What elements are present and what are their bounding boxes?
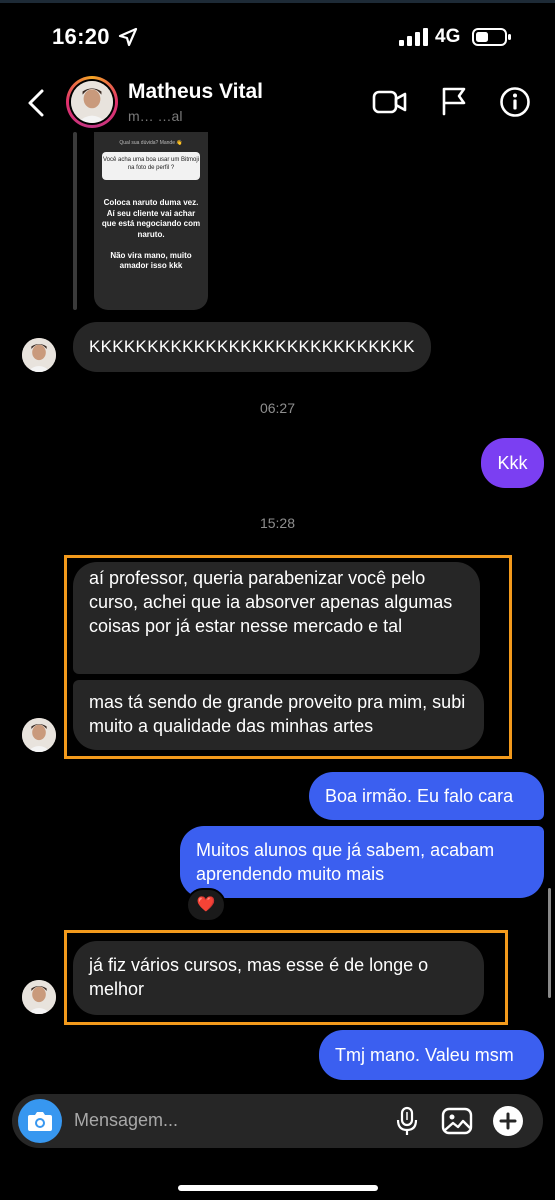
status-time: 16:20 [52,24,110,49]
back-icon[interactable] [24,88,48,118]
reply-indicator-line [73,132,77,310]
person-photo-icon [22,718,56,752]
contact-avatar[interactable] [66,76,118,128]
contact-name[interactable]: Matheus Vital [128,80,263,104]
camera-button[interactable] [18,1099,62,1143]
incoming-message[interactable]: já fiz vários cursos, mas esse é de long… [73,941,484,1015]
story-question-box: Você acha uma boa usar um Bitmoji na fot… [102,152,200,180]
mic-icon[interactable] [395,1106,419,1136]
chat-header: Matheus Vital m… …al [0,70,555,132]
timestamp: 15:28 [259,515,296,531]
home-indicator[interactable] [178,1185,378,1191]
sender-avatar[interactable] [22,980,56,1014]
person-photo-icon [22,338,56,372]
outgoing-message[interactable]: Muitos alunos que já sabem, acabam apren… [180,826,544,898]
incoming-message[interactable]: KKKKKKKKKKKKKKKKKKKKKKKKKKKK [73,322,431,372]
shared-story-preview[interactable]: Qual sua dúvida? Mande 👋 Você acha uma b… [94,132,208,310]
network-type: 4G [435,26,461,47]
sender-avatar[interactable] [22,338,56,372]
story-answer-text: Coloca naruto duma vez. Aí seu cliente v… [101,198,201,270]
battery-icon [472,28,511,46]
message-composer: Mensagem... [12,1094,543,1148]
status-bar: 16:20 4G [0,0,555,70]
outgoing-message[interactable]: Tmj mano. Valeu msm [319,1030,544,1080]
gallery-icon[interactable] [441,1106,473,1136]
location-arrow-icon [118,27,138,47]
info-icon[interactable] [499,86,531,118]
plus-icon[interactable] [492,1105,524,1137]
person-photo-icon [71,81,113,123]
contact-username: m… …al [128,108,183,124]
scrollbar[interactable] [548,888,551,998]
camera-icon [28,1112,52,1131]
person-photo-icon [22,980,56,1014]
signal-icon [399,28,428,46]
video-call-icon[interactable] [372,88,408,116]
outgoing-message[interactable]: Kkk [481,438,544,488]
sender-avatar[interactable] [22,718,56,752]
flag-icon[interactable] [440,86,468,116]
outgoing-message[interactable]: Boa irmão. Eu falo cara [309,772,544,820]
heart-reaction[interactable]: ❤️ [186,888,226,922]
incoming-message[interactable]: mas tá sendo de grande proveito pra mim,… [73,680,484,750]
story-question-header: Qual sua dúvida? Mande 👋 [119,140,183,146]
timestamp: 06:27 [259,400,296,416]
message-input[interactable]: Mensagem... [74,1110,178,1131]
incoming-message[interactable]: aí professor, queria parabenizar você pe… [73,562,480,674]
